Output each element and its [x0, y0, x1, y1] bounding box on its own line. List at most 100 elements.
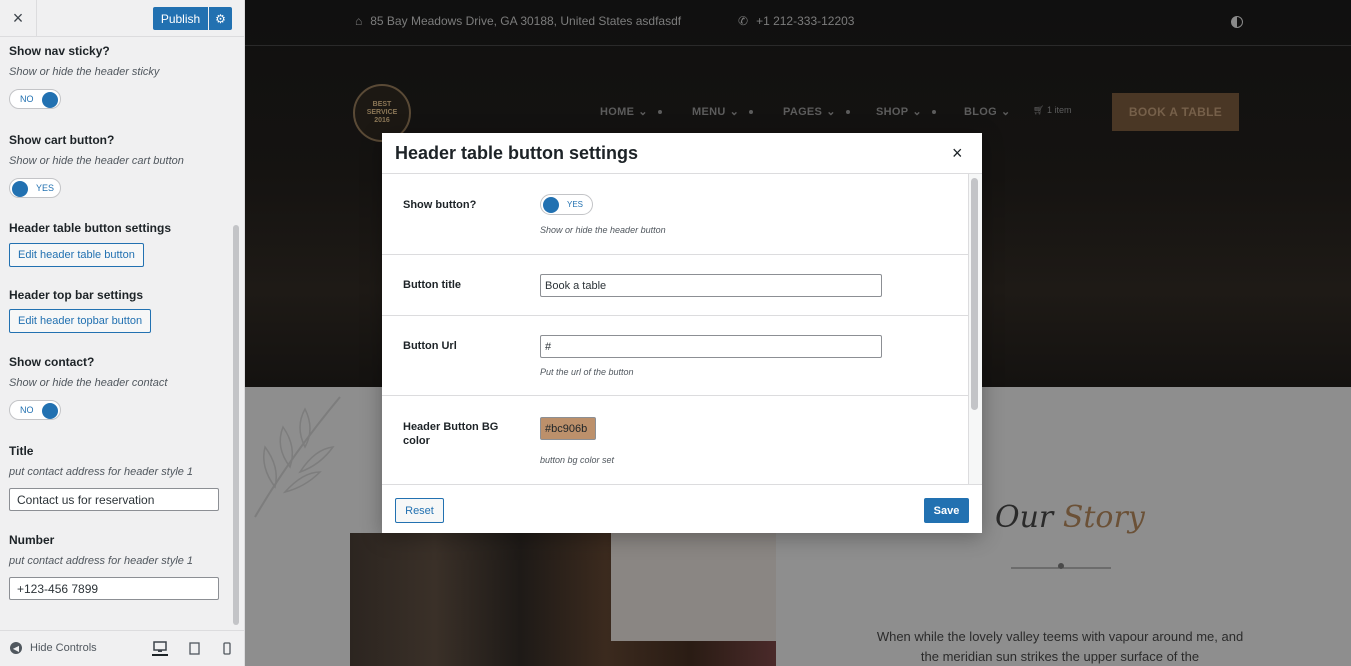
toggle-knob [42, 92, 58, 108]
button-title-input[interactable] [540, 274, 882, 297]
modal-header: Header table button settings × [382, 133, 982, 174]
logo-text-line1: BEST [372, 101, 392, 109]
bg-color-row: Header Button BG color #bc906b button bg… [382, 396, 968, 484]
show-button-toggle[interactable]: YES [540, 194, 593, 215]
toggle-state-label: NO [20, 405, 34, 415]
contrast-icon[interactable] [1231, 16, 1243, 28]
edit-header-table-button[interactable]: Edit header table button [9, 243, 144, 267]
modal-title: Header table button settings [395, 143, 639, 163]
button-title-label: Button title [403, 279, 462, 291]
cart-button-title: Show cart button? [9, 133, 115, 147]
sidebar-footer: ◀ Hide Controls [0, 630, 244, 666]
desktop-icon [153, 641, 167, 652]
cart-button-desc: Show or hide the header cart button [9, 155, 184, 167]
home-icon: ⌂ [355, 14, 363, 28]
table-button-settings-title: Header table button settings [9, 221, 172, 235]
contact-title-desc: put contact address for header style 1 [9, 466, 194, 478]
hide-controls-label: Hide Controls [30, 642, 97, 654]
chevron-down-icon: ⌄ [912, 106, 922, 118]
phone-text: +1 212-333-12203 [756, 14, 855, 28]
logo-text-line2: SERVICE [366, 109, 398, 117]
modal-scrollbar-thumb[interactable] [971, 178, 978, 410]
nav-dot [931, 109, 936, 114]
customizer-sidebar: × Publish ⚙ Show nav sticky? Show or hid… [0, 0, 245, 666]
nav-label: SHOP [876, 105, 909, 118]
story-title-b: Story [1062, 500, 1145, 535]
ornament-divider [1011, 563, 1111, 569]
tablet-preview-button[interactable] [186, 640, 202, 656]
hide-controls-button[interactable]: ◀ Hide Controls [10, 642, 97, 654]
contact-title-label: Title [9, 444, 34, 458]
reset-button[interactable]: Reset [395, 498, 444, 523]
chevron-down-icon: ⌄ [729, 106, 740, 118]
toggle-state-label: YES [36, 183, 55, 193]
modal-body: Show button? YES Show or hide the header… [382, 174, 968, 484]
contact-number-desc: put contact address for header style 1 [9, 555, 194, 567]
cart-count: 1 item [1046, 105, 1072, 115]
nav-sticky-desc: Show or hide the header sticky [9, 66, 160, 78]
button-title-row: Button title [382, 255, 968, 316]
cart-icon: 🛒︎ [1033, 105, 1045, 115]
logo-text-line3: 2016 [374, 116, 390, 124]
button-url-label: Button Url [403, 340, 457, 352]
nav-menu[interactable]: MENU ⌄ [692, 105, 754, 118]
show-contact-toggle[interactable]: NO [9, 400, 61, 420]
modal-footer: Reset Save [382, 484, 982, 533]
bg-color-label: Header Button BG color [403, 421, 499, 447]
sidebar-header: × Publish ⚙ [0, 0, 244, 37]
nav-sticky-title: Show nav sticky? [9, 44, 110, 58]
topbar-phone: ✆ +1 212-333-12203 [738, 14, 854, 28]
top-bar-settings-title: Header top bar settings [9, 288, 144, 302]
toggle-state-label: NO [20, 94, 34, 104]
topbar-address: ⌂ 85 Bay Meadows Drive, GA 30188, United… [355, 14, 681, 28]
address-text: 85 Bay Meadows Drive, GA 30188, United S… [370, 14, 682, 28]
nav-home[interactable]: HOME ⌄ [600, 105, 662, 118]
save-button[interactable]: Save [924, 498, 969, 523]
publish-settings-button[interactable]: ⚙ [209, 7, 232, 30]
nav-dot [657, 109, 662, 114]
collapse-arrow-icon: ◀ [10, 642, 22, 654]
nav-blog[interactable]: BLOG ⌄ [964, 105, 1011, 119]
chevron-down-icon: ⌄ [1000, 106, 1011, 118]
contact-title-input[interactable] [9, 488, 219, 511]
bg-color-picker[interactable]: #bc906b [540, 417, 596, 440]
cart-button-toggle[interactable]: YES [9, 178, 61, 198]
modal-scrollbar[interactable] [968, 174, 982, 484]
book-table-button[interactable]: BOOK A TABLE [1112, 93, 1239, 131]
chevron-down-icon: ⌄ [826, 106, 836, 118]
mobile-preview-button[interactable] [219, 640, 235, 656]
desktop-preview-button[interactable] [152, 640, 168, 656]
publish-button[interactable]: Publish [153, 7, 208, 30]
show-contact-title: Show contact? [9, 355, 95, 369]
close-customizer-button[interactable]: × [0, 0, 37, 37]
show-button-desc: Show or hide the header button [540, 225, 666, 235]
phone-icon: ✆ [738, 14, 749, 28]
nav-dot [749, 109, 754, 114]
story-text: When while the lovely valley teems with … [876, 629, 1244, 664]
tablet-icon [188, 641, 200, 655]
button-url-input[interactable] [540, 335, 882, 358]
show-button-label: Show button? [403, 199, 477, 211]
close-modal-button[interactable]: × [952, 143, 963, 164]
button-url-row: Button Url Put the url of the button [382, 316, 968, 396]
sidebar-scrollbar[interactable] [233, 225, 239, 625]
nav-pages[interactable]: PAGES ⌄ [783, 105, 850, 118]
contact-number-input[interactable] [9, 577, 219, 600]
story-photo-frame [611, 533, 776, 641]
gear-icon: ⚙ [215, 11, 226, 26]
nav-cart[interactable]: 🛒︎ 1 item [1033, 105, 1071, 116]
toggle-knob [12, 181, 28, 197]
nav-label: HOME [600, 105, 635, 118]
contact-number-label: Number [9, 533, 55, 547]
bg-color-desc: button bg color set [540, 455, 615, 465]
nav-sticky-toggle[interactable]: NO [9, 89, 61, 109]
leaf-decoration [254, 396, 341, 518]
sidebar-controls: Show nav sticky? Show or hide the header… [0, 37, 232, 629]
nav-dot [845, 109, 850, 114]
edit-header-topbar-button[interactable]: Edit header topbar button [9, 309, 152, 333]
nav-label: MENU [692, 105, 726, 118]
topbar-divider [245, 45, 1351, 46]
nav-shop[interactable]: SHOP ⌄ [876, 105, 936, 118]
nav-label: BLOG [964, 105, 997, 118]
story-title: Our Story [995, 500, 1145, 535]
